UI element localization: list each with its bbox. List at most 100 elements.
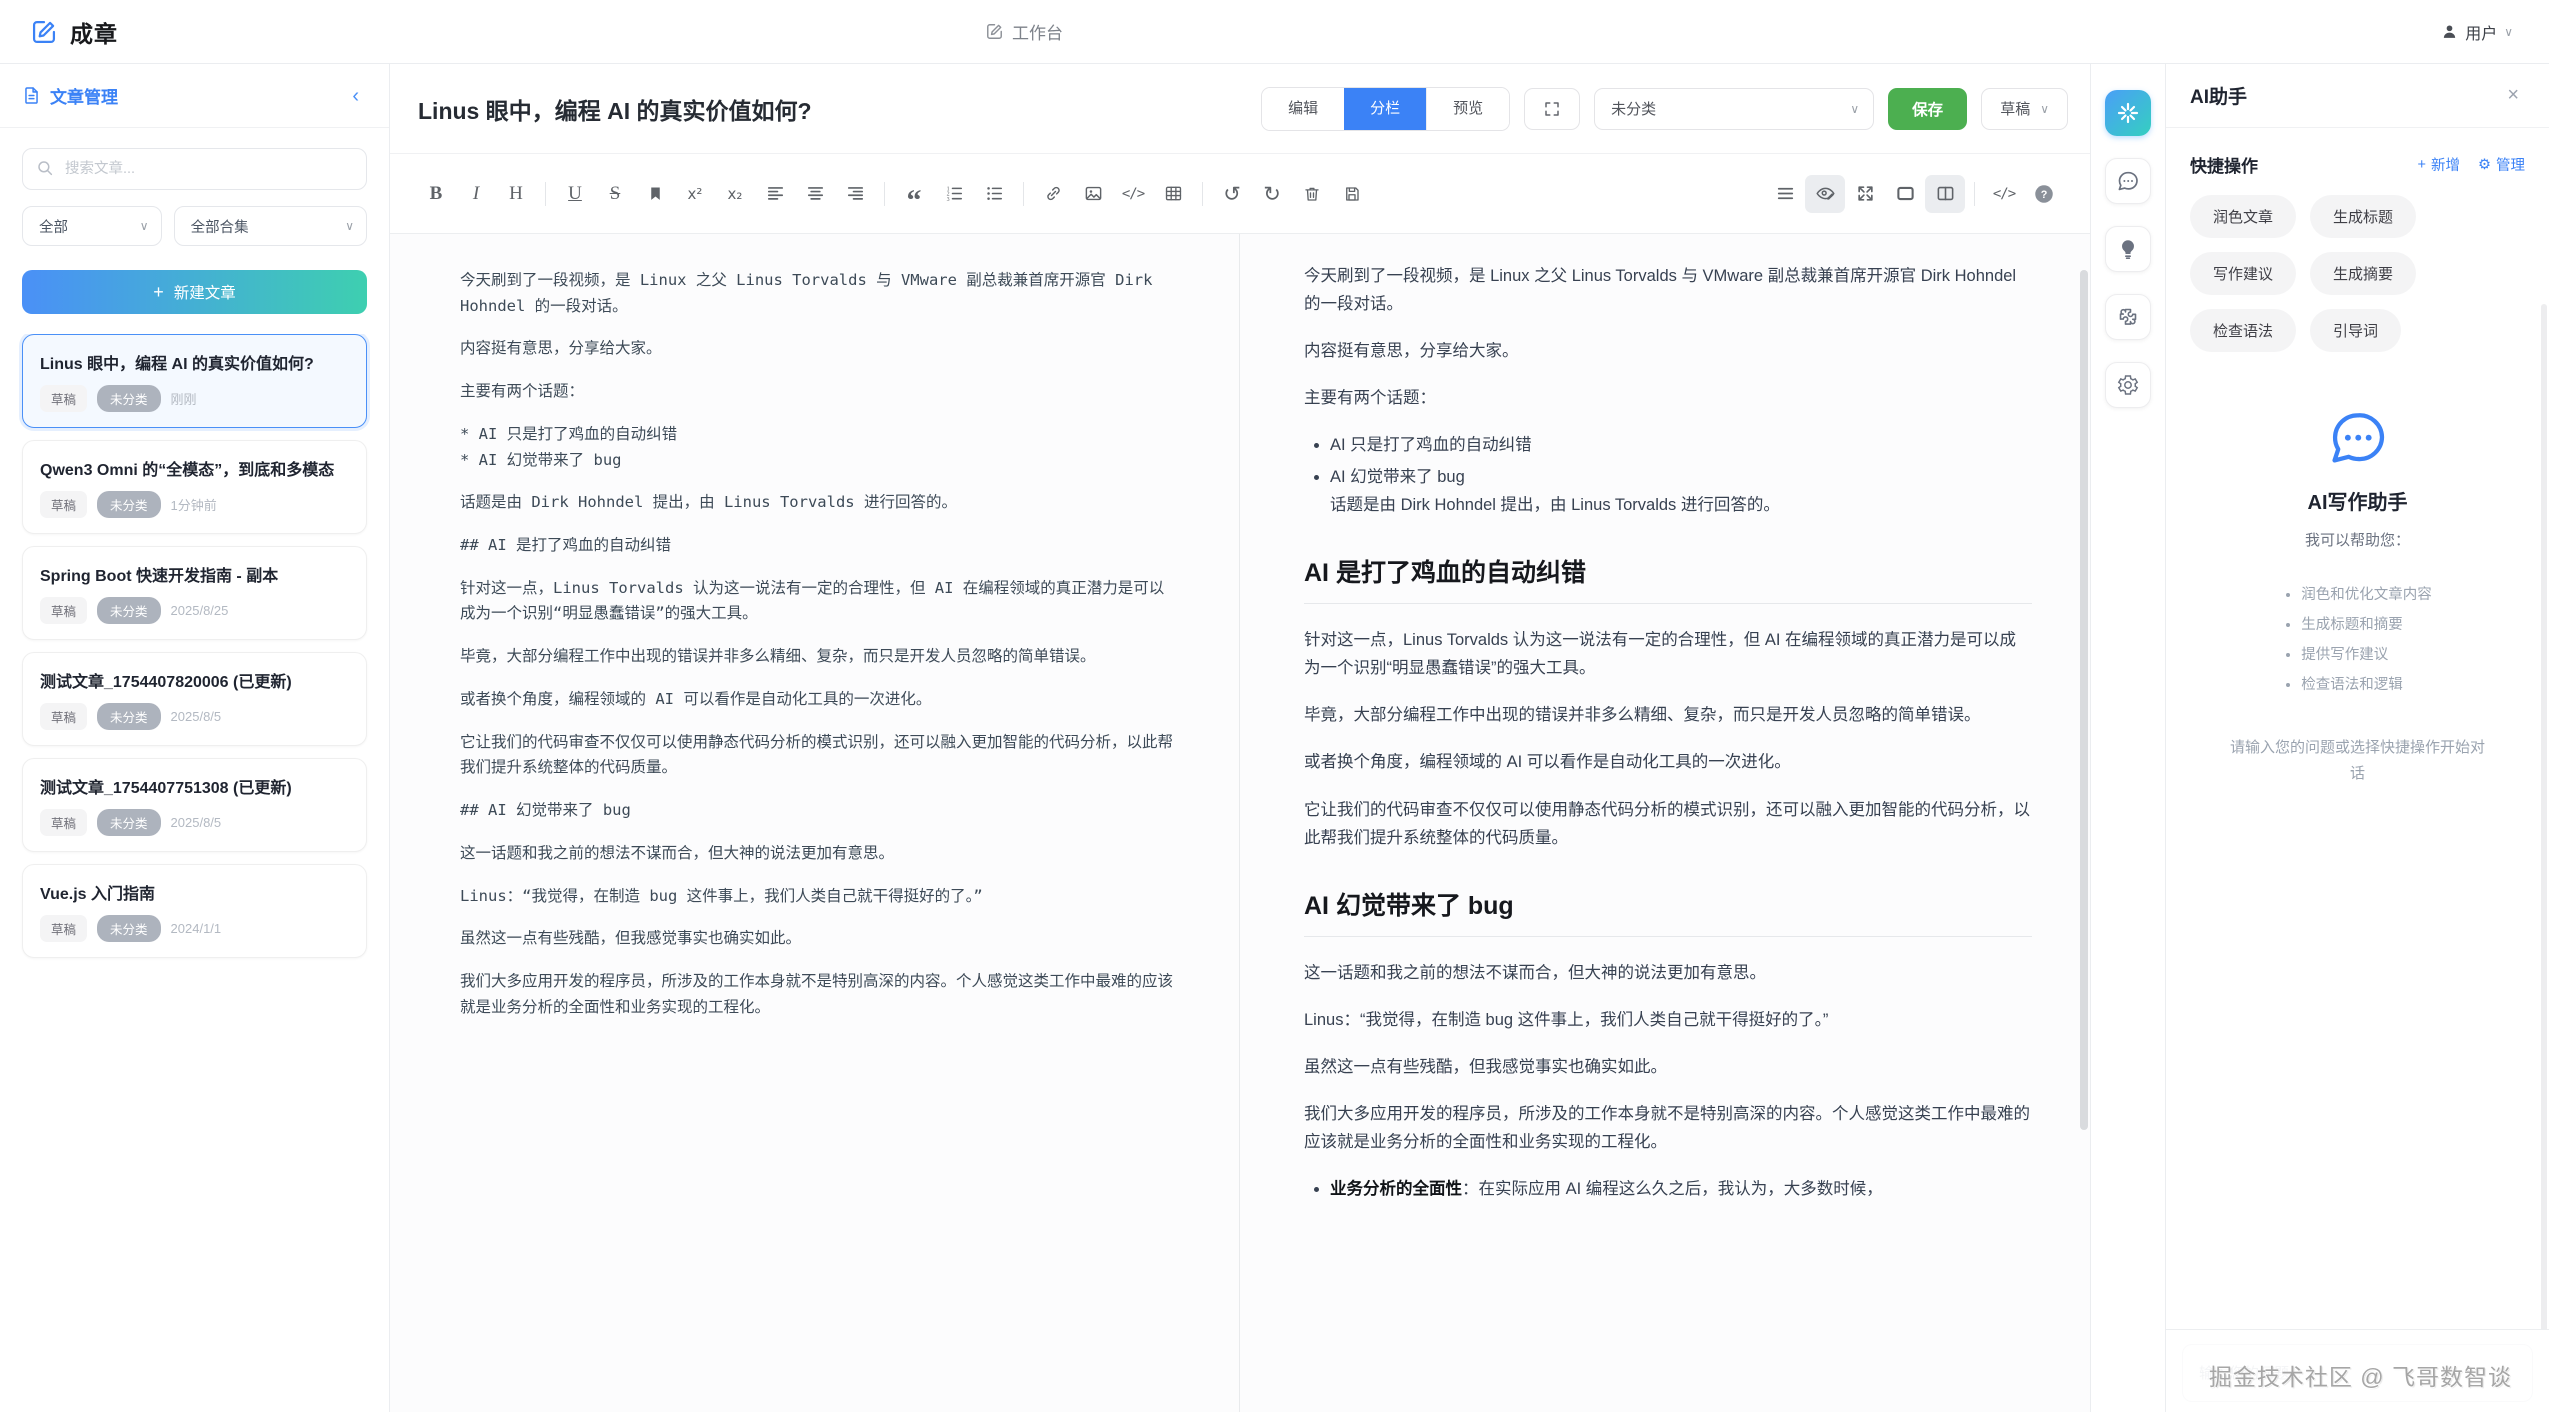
ai-sparkle-button[interactable] xyxy=(2105,90,2151,136)
source-paragraph: 主要有两个话题： xyxy=(460,379,1179,405)
article-card[interactable]: Spring Boot 快速开发指南 - 副本草稿未分类2025/8/25 xyxy=(22,546,367,640)
align-right-button[interactable] xyxy=(835,175,875,213)
markdown-source-pane[interactable]: 今天刷到了一段视频，是 Linux 之父 Linus Torvalds 与 VM… xyxy=(390,234,1240,1412)
help-button[interactable]: ? xyxy=(2024,175,2064,213)
chat-panel-button[interactable] xyxy=(2105,158,2151,204)
capability-item: 提供写作建议 xyxy=(2301,643,2432,664)
bold-button[interactable]: B xyxy=(416,175,456,213)
ai-assistant-panel: AI助手 × 快捷操作 + 新增 ⚙ 管理 xyxy=(2165,64,2549,1412)
workspace-edit-icon xyxy=(985,22,1004,41)
article-card[interactable]: 测试文章_1754407820006 (已更新)草稿未分类2025/8/5 xyxy=(22,652,367,746)
align-center-button[interactable] xyxy=(795,175,835,213)
preview-list-item: AI 幻觉带来了 bug话题是由 Dirk Hohndel 提出，由 Linus… xyxy=(1330,463,2032,519)
new-article-button[interactable]: + 新建文章 xyxy=(22,270,367,314)
article-card[interactable]: Vue.js 入门指南草稿未分类2024/1/1 xyxy=(22,864,367,958)
source-paragraph: 今天刷到了一段视频，是 Linux 之父 Linus Torvalds 与 VM… xyxy=(460,268,1179,319)
undo-button[interactable]: ↺ xyxy=(1212,175,1252,213)
app-brand[interactable]: 成章 xyxy=(0,15,118,49)
status-filter-select[interactable]: 全部 ∨ xyxy=(22,206,162,246)
suggestions-button[interactable] xyxy=(2105,226,2151,272)
draft-status-select[interactable]: 草稿 ∨ xyxy=(1981,88,2068,130)
svg-text:3: 3 xyxy=(946,197,949,203)
article-card[interactable]: Linus 眼中，编程 AI 的真实价值如何?草稿未分类刚刚 xyxy=(22,334,367,428)
toolbar-divider xyxy=(1202,182,1203,206)
save-file-button[interactable] xyxy=(1332,175,1372,213)
assistant-hint: 请输入您的问题或选择快捷操作开始对话 xyxy=(2228,735,2488,788)
code-inline-icon: </> xyxy=(1122,186,1144,202)
quick-action-pill[interactable]: 生成标题 xyxy=(2310,195,2416,238)
preview-toggle-button[interactable] xyxy=(1805,175,1845,213)
article-card[interactable]: 测试文章_1754407751308 (已更新)草稿未分类2025/8/5 xyxy=(22,758,367,852)
category-select[interactable]: 未分类 ∨ xyxy=(1594,88,1874,130)
superscript-button[interactable]: x² xyxy=(675,175,715,213)
underline-icon: U xyxy=(568,183,582,205)
quick-action-pill[interactable]: 生成摘要 xyxy=(2310,252,2416,295)
search-input[interactable] xyxy=(22,148,367,190)
preview-scrollbar[interactable] xyxy=(2080,270,2088,1130)
unordered-list-button[interactable] xyxy=(974,175,1014,213)
trash-icon xyxy=(1303,185,1321,203)
ordered-list-button[interactable]: 123 xyxy=(934,175,974,213)
quote-button[interactable]: “ xyxy=(894,175,934,213)
fullscreen-arrows-button[interactable] xyxy=(1845,175,1885,213)
article-title: Spring Boot 快速开发指南 - 副本 xyxy=(40,562,349,586)
article-meta: 草稿未分类2025/8/5 xyxy=(40,703,349,730)
status-filter-value: 全部 xyxy=(39,216,68,237)
split-view-button[interactable] xyxy=(1925,175,1965,213)
italic-button[interactable]: I xyxy=(456,175,496,213)
image-icon xyxy=(1084,184,1103,203)
collection-filter-select[interactable]: 全部合集 ∨ xyxy=(174,206,367,246)
assistant-scrollbar[interactable] xyxy=(2541,304,2547,1384)
outline-button[interactable] xyxy=(1765,175,1805,213)
underline-button[interactable]: U xyxy=(555,175,595,213)
preview-only-button[interactable] xyxy=(1885,175,1925,213)
nav-workspace[interactable]: 工作台 xyxy=(985,19,1063,44)
heading-icon: H xyxy=(509,183,523,205)
tab-预览[interactable]: 预览 xyxy=(1426,88,1509,130)
tab-分栏[interactable]: 分栏 xyxy=(1344,88,1426,130)
chevron-down-icon: ∨ xyxy=(1850,102,1859,116)
preview-pane[interactable]: 今天刷到了一段视频，是 Linux 之父 Linus Torvalds 与 VM… xyxy=(1240,234,2090,1412)
subscript-button[interactable]: x₂ xyxy=(715,175,755,213)
ordered-list-icon: 123 xyxy=(945,184,964,203)
preview-list: 业务分析的全面性：在实际应用 AI 编程这么久之后，我认为，大多数时候， xyxy=(1304,1175,2032,1203)
bookmark-button[interactable] xyxy=(635,175,675,213)
tab-编辑[interactable]: 编辑 xyxy=(1262,88,1344,130)
code-inline-button[interactable]: </> xyxy=(1113,175,1153,213)
link-button[interactable] xyxy=(1033,175,1073,213)
manage-quick-actions-link[interactable]: ⚙ 管理 xyxy=(2478,154,2525,175)
image-button[interactable] xyxy=(1073,175,1113,213)
top-bar: 成章 工作台 用户 ∨ xyxy=(0,0,2549,64)
trash-button[interactable] xyxy=(1292,175,1332,213)
table-icon xyxy=(1164,184,1183,203)
table-button[interactable] xyxy=(1153,175,1193,213)
toolbar-divider xyxy=(1974,182,1975,206)
lightbulb-icon xyxy=(2116,237,2140,261)
sidebar-title-group: 文章管理 xyxy=(22,83,118,108)
user-menu[interactable]: 用户 ∨ xyxy=(2441,20,2513,44)
fullscreen-button[interactable] xyxy=(1524,88,1580,130)
settings-button[interactable] xyxy=(2105,362,2151,408)
source-paragraph: Linus：“我觉得，在制造 bug 这件事上，我们人类自己就干得挺好的了。” xyxy=(460,884,1179,910)
close-icon[interactable]: × xyxy=(2501,82,2525,109)
add-quick-action-link[interactable]: + 新增 xyxy=(2418,154,2460,175)
redo-button[interactable]: ↻ xyxy=(1252,175,1292,213)
align-left-button[interactable] xyxy=(755,175,795,213)
app-name: 成章 xyxy=(70,15,118,49)
article-title: Linus 眼中，编程 AI 的真实价值如何? xyxy=(40,350,349,374)
plugin-button[interactable] xyxy=(2105,294,2151,340)
article-card[interactable]: Qwen3 Omni 的“全模态”，到底和多模态草稿未分类1分钟前 xyxy=(22,440,367,534)
source-code-button[interactable]: </> xyxy=(1984,175,2024,213)
quick-action-pill[interactable]: 引导词 xyxy=(2310,309,2401,352)
strikethrough-button[interactable]: S xyxy=(595,175,635,213)
heading-button[interactable]: H xyxy=(496,175,536,213)
subscript-icon: x₂ xyxy=(728,185,743,203)
save-button[interactable]: 保存 xyxy=(1888,88,1967,130)
source-paragraph: 它让我们的代码审查不仅仅可以使用静态代码分析的模式识别，还可以融入更加智能的代码… xyxy=(460,730,1179,781)
help-icon: ? xyxy=(2034,184,2054,204)
quick-action-pill[interactable]: 润色文章 xyxy=(2190,195,2296,238)
quick-action-pill[interactable]: 检查语法 xyxy=(2190,309,2296,352)
quick-action-pill[interactable]: 写作建议 xyxy=(2190,252,2296,295)
collapse-sidebar-button[interactable]: ‹ xyxy=(344,82,367,110)
new-article-label: 新建文章 xyxy=(174,281,236,303)
